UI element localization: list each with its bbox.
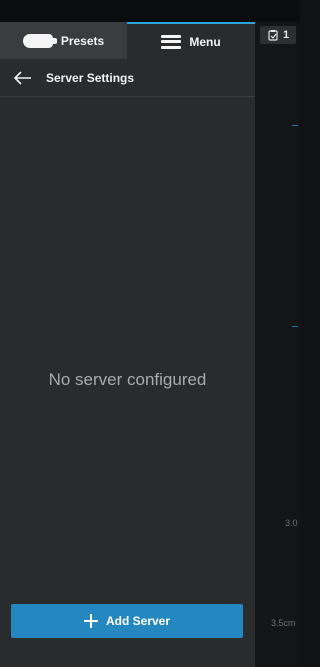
tab-presets[interactable]: Presets — [0, 22, 127, 59]
plus-icon — [83, 614, 98, 628]
settings-panel: Presets Menu Server Settings No server c… — [0, 22, 255, 667]
page-title: Server Settings — [46, 70, 135, 85]
ultrasound-viewer — [255, 22, 300, 667]
probe-icon — [22, 33, 57, 48]
add-server-button[interactable]: Add Server — [11, 604, 243, 638]
hamburger-icon — [161, 34, 182, 49]
clip-counter-button[interactable]: 1 — [260, 26, 296, 44]
status-bar — [0, 0, 300, 22]
tab-menu[interactable]: Menu — [127, 22, 255, 59]
back-arrow-icon — [14, 70, 31, 85]
add-server-label: Add Server — [105, 614, 171, 628]
depth-label: 3.5cm — [271, 618, 296, 628]
depth-label: 3.0 — [285, 518, 298, 528]
tab-bar: Presets Menu — [0, 22, 255, 59]
page-header: Server Settings — [0, 59, 255, 97]
clipboard-icon — [268, 30, 278, 41]
depth-scale-marker — [292, 326, 298, 327]
tab-label: Presets — [60, 33, 105, 48]
back-button[interactable] — [0, 59, 46, 97]
depth-scale-marker — [292, 125, 298, 126]
empty-state-message: No server configured — [48, 370, 207, 389]
clip-count: 1 — [282, 29, 290, 41]
tab-label: Menu — [189, 34, 221, 49]
